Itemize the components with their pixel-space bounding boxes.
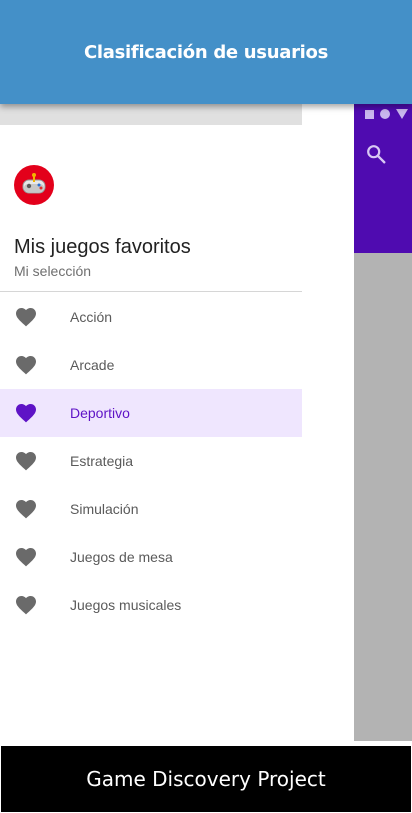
top-banner: Clasificación de usuarios: [0, 0, 412, 104]
drawer-title: Mis juegos favoritos: [14, 236, 191, 258]
menu-item-estrategia[interactable]: Estrategia: [0, 437, 302, 485]
footer-banner: Game Discovery Project: [0, 745, 412, 813]
circle-icon: [380, 109, 390, 119]
drawer-subtitle: Mi selección: [14, 263, 92, 279]
menu-item-label: Acción: [70, 309, 113, 325]
menu-item-label: Estrategia: [70, 453, 134, 469]
menu-item-label: Simulación: [70, 501, 139, 517]
menu-item-label: Juegos de mesa: [70, 549, 173, 565]
heart-icon: [16, 452, 36, 471]
header-divider: [0, 291, 302, 292]
heart-icon: [16, 308, 36, 327]
drawer-menu: Acción Arcade Deportivo Estrategia Simul…: [0, 293, 302, 629]
heart-icon: [16, 548, 36, 567]
drawer-header: Mis juegos favoritos Mi selección: [0, 125, 302, 291]
status-bar-icons: [365, 104, 408, 124]
heart-icon: [16, 356, 36, 375]
menu-item-deportivo[interactable]: Deportivo: [0, 389, 302, 437]
banner-title: Clasificación de usuarios: [84, 41, 328, 63]
menu-item-juegos-de-mesa[interactable]: Juegos de mesa: [0, 533, 302, 581]
stop-icon: [365, 109, 374, 119]
search-icon: [367, 145, 386, 164]
triangle-icon: [396, 109, 408, 119]
menu-item-label: Juegos musicales: [70, 597, 182, 613]
menu-item-label: Deportivo: [70, 405, 130, 421]
game-controller-icon: [22, 173, 46, 194]
avatar[interactable]: [14, 165, 54, 205]
menu-item-accion[interactable]: Acción: [0, 293, 302, 341]
menu-item-arcade[interactable]: Arcade: [0, 341, 302, 389]
heart-icon: [16, 404, 36, 423]
search-button[interactable]: [362, 140, 390, 168]
drawer-status-bar: [0, 104, 302, 125]
heart-icon: [16, 500, 36, 519]
menu-item-label: Arcade: [70, 357, 115, 373]
heart-icon: [16, 596, 36, 615]
menu-item-simulacion[interactable]: Simulación: [0, 485, 302, 533]
footer-text: Game Discovery Project: [86, 767, 326, 791]
navigation-drawer: Mis juegos favoritos Mi selección Acción…: [0, 104, 354, 741]
menu-item-juegos-musicales[interactable]: Juegos musicales: [0, 581, 302, 629]
